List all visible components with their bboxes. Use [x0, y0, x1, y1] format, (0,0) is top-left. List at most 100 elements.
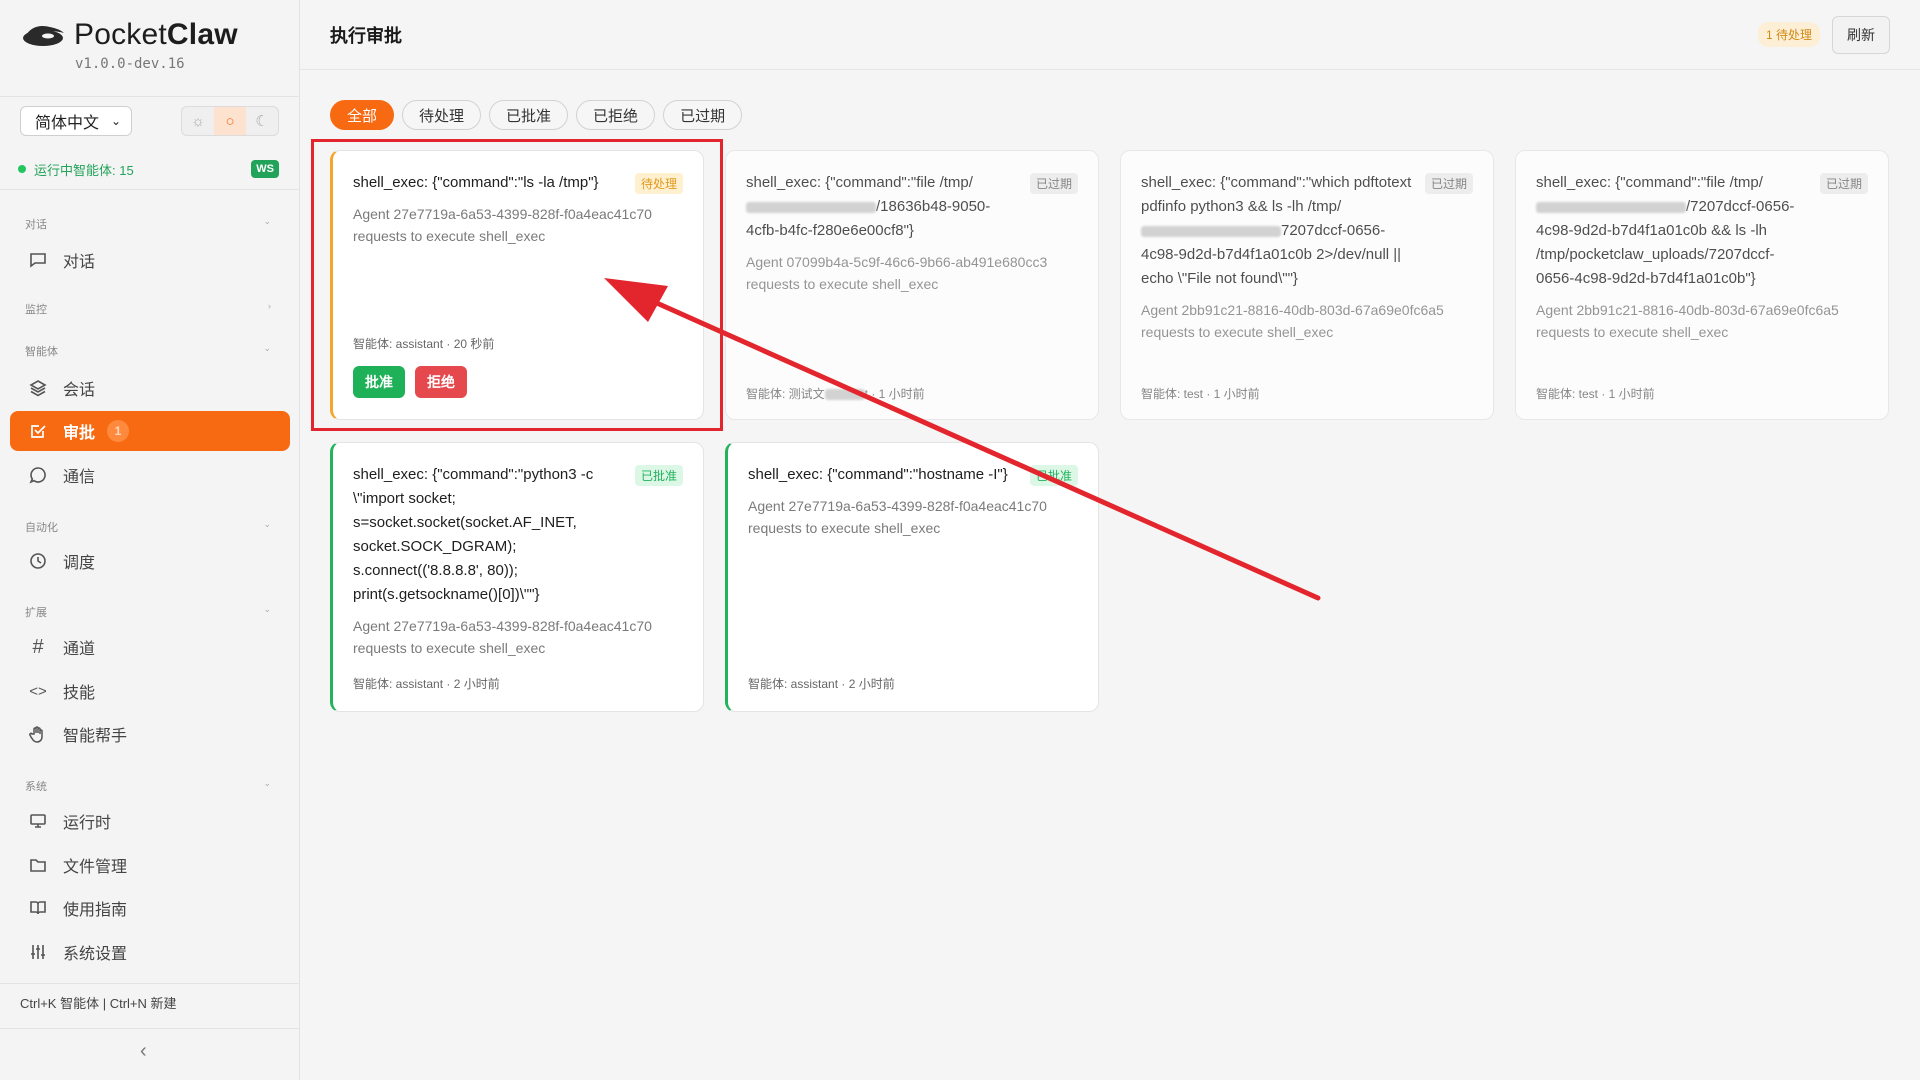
sidebar-item-files[interactable]: 文件管理	[10, 845, 290, 885]
sidebar-item-label: 系统设置	[63, 946, 128, 963]
layers-icon	[27, 377, 49, 399]
request-description: Agent 2bb91c21-8816-40db-803d-67a69e0fc6…	[1536, 302, 1839, 340]
brand-name: PocketClaw	[74, 17, 238, 51]
section-label: 系统	[25, 781, 47, 793]
sidebar-item-label: 会话	[63, 382, 96, 399]
section-header-automation[interactable]: 自动化 ⌄	[25, 519, 271, 535]
sidebar-item-label: 审批	[63, 425, 96, 442]
request-description: Agent 27e7719a-6a53-4399-828f-f0a4eac41c…	[353, 618, 652, 656]
theme-toggle: ☼ ○ ☾	[181, 106, 279, 136]
chevron-icon: ⌄	[263, 604, 271, 614]
approval-card-approved[interactable]: shell_exec: {"command":"python3 -c \"imp…	[330, 442, 704, 712]
tab-expired[interactable]: 已过期	[663, 100, 743, 130]
sidebar-item-runtime[interactable]: 运行时	[10, 801, 290, 841]
chevron-icon: ⌄	[263, 778, 271, 788]
sidebar-item-settings[interactable]: 系统设置	[10, 932, 290, 972]
approval-card-expired[interactable]: shell_exec: {"command":"file /tmp//18636…	[725, 150, 1099, 420]
sidebar-item-chat[interactable]: 对话	[10, 240, 290, 280]
settings-row: 简体中文 ⌄ ☼ ○ ☾	[20, 106, 279, 136]
tab-pending[interactable]: 待处理	[402, 100, 482, 130]
page-title: 执行审批	[330, 25, 402, 46]
language-select[interactable]: 简体中文 ⌄	[20, 106, 132, 136]
section-header-chat[interactable]: 对话 ⌄	[25, 216, 271, 232]
chevron-icon: ›	[268, 301, 271, 311]
status-badge: 已批准	[634, 465, 683, 486]
ws-badge: WS	[251, 160, 279, 178]
clock-icon	[27, 550, 49, 572]
section-label: 扩展	[25, 607, 47, 619]
moon-icon[interactable]: ☾	[246, 107, 278, 135]
divider	[0, 1028, 300, 1029]
sidebar-item-schedule[interactable]: 调度	[10, 541, 290, 581]
hash-icon: #	[32, 635, 44, 658]
chevron-icon: ⌄	[263, 519, 271, 529]
refresh-button[interactable]: 刷新	[1832, 15, 1890, 54]
command-text: shell_exec: {"command":"hostname -I"}	[748, 466, 1008, 483]
status-badge: 已过期	[1424, 173, 1473, 194]
monitor-icon	[27, 810, 49, 832]
command-text: shell_exec: {"command":"file /tmp//7207d…	[1536, 174, 1795, 287]
sidebar-item-messaging[interactable]: 通信	[10, 455, 290, 495]
divider	[0, 189, 300, 190]
sidebar-item-approvals[interactable]: 审批 1	[10, 411, 290, 451]
sidebar-item-sessions[interactable]: 会话	[10, 368, 290, 408]
status-dot	[18, 165, 26, 173]
claw-logo-icon	[23, 25, 64, 46]
check-square-icon	[27, 420, 49, 442]
section-label: 智能体	[25, 346, 58, 358]
hand-icon	[27, 723, 49, 745]
running-agents: 运行中智能体: 15	[18, 160, 134, 179]
sun-icon[interactable]: ☼	[182, 107, 214, 135]
brand[interactable]: PocketClaw	[0, 0, 299, 52]
system-icon[interactable]: ○	[214, 107, 246, 135]
book-icon	[27, 897, 49, 919]
sidebar-item-label: 文件管理	[63, 859, 128, 876]
divider	[0, 983, 300, 984]
status-badge: 已过期	[1819, 173, 1868, 194]
collapse-sidebar-button[interactable]: ‹	[140, 1040, 147, 1063]
section-label: 自动化	[25, 522, 58, 534]
approval-card-expired[interactable]: shell_exec: {"command":"file /tmp//7207d…	[1515, 150, 1889, 420]
sidebar: PocketClaw v1.0.0-dev.16 简体中文 ⌄ ☼ ○ ☾ 运行…	[0, 0, 300, 1080]
sidebar-item-label: 使用指南	[63, 902, 128, 919]
redacted-text	[824, 389, 865, 401]
tab-rejected[interactable]: 已拒绝	[576, 100, 656, 130]
redacted-text	[1141, 225, 1281, 237]
message-icon	[27, 464, 49, 486]
topbar-actions: 1 待处理 刷新	[1757, 15, 1890, 54]
tab-approved[interactable]: 已批准	[489, 100, 569, 130]
chevron-down-icon: ⌄	[110, 114, 121, 128]
pending-count-badge: 1	[107, 420, 130, 442]
sidebar-item-label: 运行时	[63, 815, 112, 832]
pending-count-pill: 1 待处理	[1757, 22, 1820, 47]
redacted-text	[746, 201, 876, 213]
command-text: shell_exec: {"command":"file /tmp//18636…	[746, 174, 991, 239]
request-description: Agent 2bb91c21-8816-40db-803d-67a69e0fc6…	[1141, 302, 1444, 340]
filter-tabs: 全部 待处理 已批准 已拒绝 已过期	[330, 100, 750, 130]
section-header-extensions[interactable]: 扩展 ⌄	[25, 604, 271, 620]
card-meta: 智能体: test · 1 小时前	[1536, 387, 1655, 401]
section-header-system[interactable]: 系统 ⌄	[25, 778, 271, 794]
sidebar-item-label: 智能帮手	[63, 728, 128, 745]
request-description: Agent 07099b4a-5c9f-46c6-9b66-ab491e680c…	[746, 254, 1048, 292]
sidebar-item-channels[interactable]: # 通道	[10, 627, 290, 667]
agent-status-row: 运行中智能体: 15 WS	[18, 158, 279, 180]
section-label: 监控	[25, 304, 47, 316]
tab-all[interactable]: 全部	[330, 100, 395, 130]
card-meta: 智能体: assistant · 2 小时前	[748, 677, 895, 691]
sidebar-item-assistant[interactable]: 智能帮手	[10, 714, 290, 754]
approval-card-expired[interactable]: shell_exec: {"command":"which pdftotext …	[1120, 150, 1494, 420]
status-badge: 已批准	[1029, 465, 1078, 486]
sidebar-item-label: 技能	[63, 685, 96, 702]
section-header-agents[interactable]: 智能体 ⌄	[25, 343, 271, 359]
status-badge: 已过期	[1029, 173, 1078, 194]
folder-icon	[27, 854, 49, 876]
section-header-monitor[interactable]: 监控 ›	[25, 301, 271, 317]
language-value: 简体中文	[35, 115, 100, 132]
request-description: Agent 27e7719a-6a53-4399-828f-f0a4eac41c…	[748, 498, 1047, 536]
approval-card-approved[interactable]: shell_exec: {"command":"hostname -I"} 已批…	[725, 442, 1099, 712]
shortcut-hint: Ctrl+K 智能体 | Ctrl+N 新建	[20, 996, 177, 1011]
section-label: 对话	[25, 219, 47, 231]
sidebar-item-skills[interactable]: <> 技能	[10, 671, 290, 711]
sidebar-item-guide[interactable]: 使用指南	[10, 888, 290, 928]
